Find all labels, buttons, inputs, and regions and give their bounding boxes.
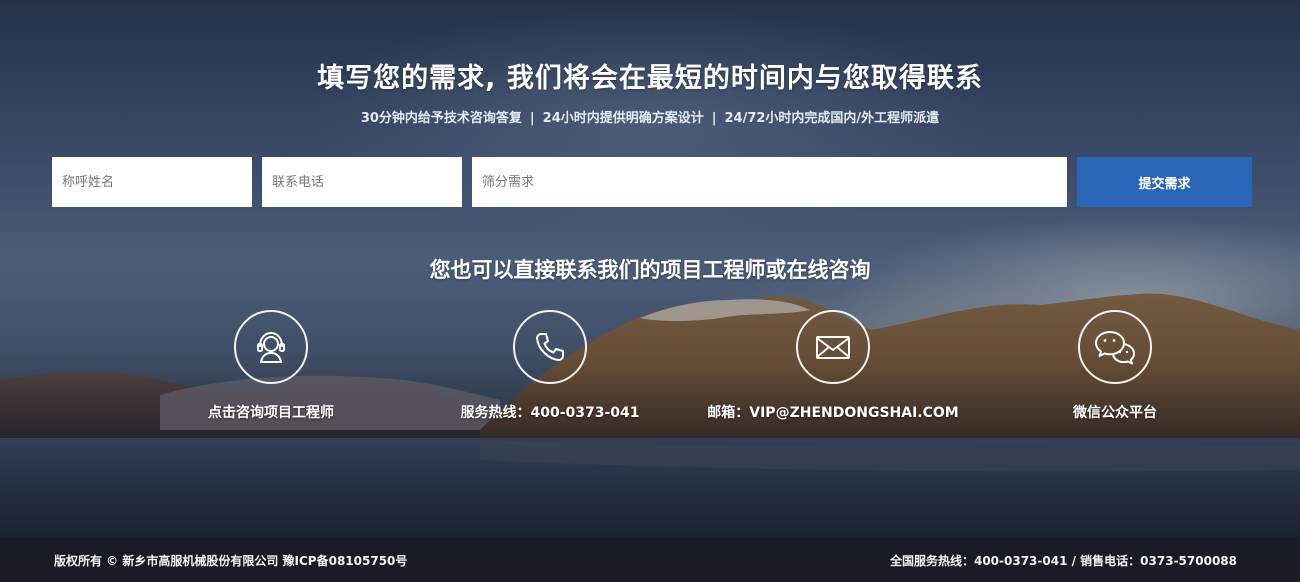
footer: 版权所有 © 新乡市高服机械股份有限公司 豫ICP备08105750号 全国服务… — [0, 537, 1300, 582]
envelope-icon — [816, 336, 850, 359]
phone-icon — [536, 333, 564, 361]
promise-item: 24/72小时内完成国内/外工程师派遣 — [724, 111, 940, 126]
service-hotline-link[interactable]: 服务热线：400-0373-041 — [410, 310, 690, 422]
contact-label: 邮箱：VIP@ZHENDONGSHAI.COM — [707, 405, 959, 421]
contact-label: 服务热线：400-0373-041 — [460, 405, 640, 421]
wechat-link[interactable]: 微信公众平台 — [975, 310, 1255, 422]
contact-section: 填写您的需求, 我们将会在最短的时间内与您取得联系 30分钟内给予技术咨询答复 |… — [0, 0, 1300, 582]
separator: | — [529, 111, 535, 126]
promise-item: 30分钟内给予技术咨询答复 — [360, 111, 522, 126]
envelope-icon-circle[interactable] — [796, 310, 870, 384]
copyright-text: 版权所有 © 新乡市高服机械股份有限公司 豫ICP备08105750号 — [54, 554, 408, 568]
separator: | — [711, 111, 717, 126]
wechat-icon-circle[interactable] — [1078, 310, 1152, 384]
name-input[interactable] — [52, 157, 252, 207]
email-link[interactable]: 邮箱：VIP@ZHENDONGSHAI.COM — [693, 310, 973, 422]
consult-engineer-link[interactable]: 点击咨询项目工程师 — [131, 310, 411, 422]
contact-label: 点击咨询项目工程师 — [208, 405, 334, 421]
contact-label: 微信公众平台 — [1073, 405, 1157, 421]
phone-icon-circle[interactable] — [513, 310, 587, 384]
requirement-input[interactable] — [472, 157, 1067, 207]
footer-hotline: 全国服务热线：400-0373-041 / 销售电话：0373-5700088 — [889, 554, 1237, 568]
headset-icon-circle[interactable] — [234, 310, 308, 384]
promise-item: 24小时内提供明确方案设计 — [542, 111, 704, 126]
service-promises: 30分钟内给予技术咨询答复 | 24小时内提供明确方案设计 | 24/72小时内完成国内… — [0, 107, 1300, 126]
page-title: 填写您的需求, 我们将会在最短的时间内与您取得联系 — [317, 63, 983, 94]
headset-icon — [257, 331, 285, 363]
wechat-icon — [1095, 331, 1135, 365]
contact-heading: 您也可以直接联系我们的项目工程师或在线咨询 — [429, 258, 871, 282]
submit-button[interactable]: 提交需求 — [1077, 157, 1252, 207]
phone-input[interactable] — [262, 157, 462, 207]
